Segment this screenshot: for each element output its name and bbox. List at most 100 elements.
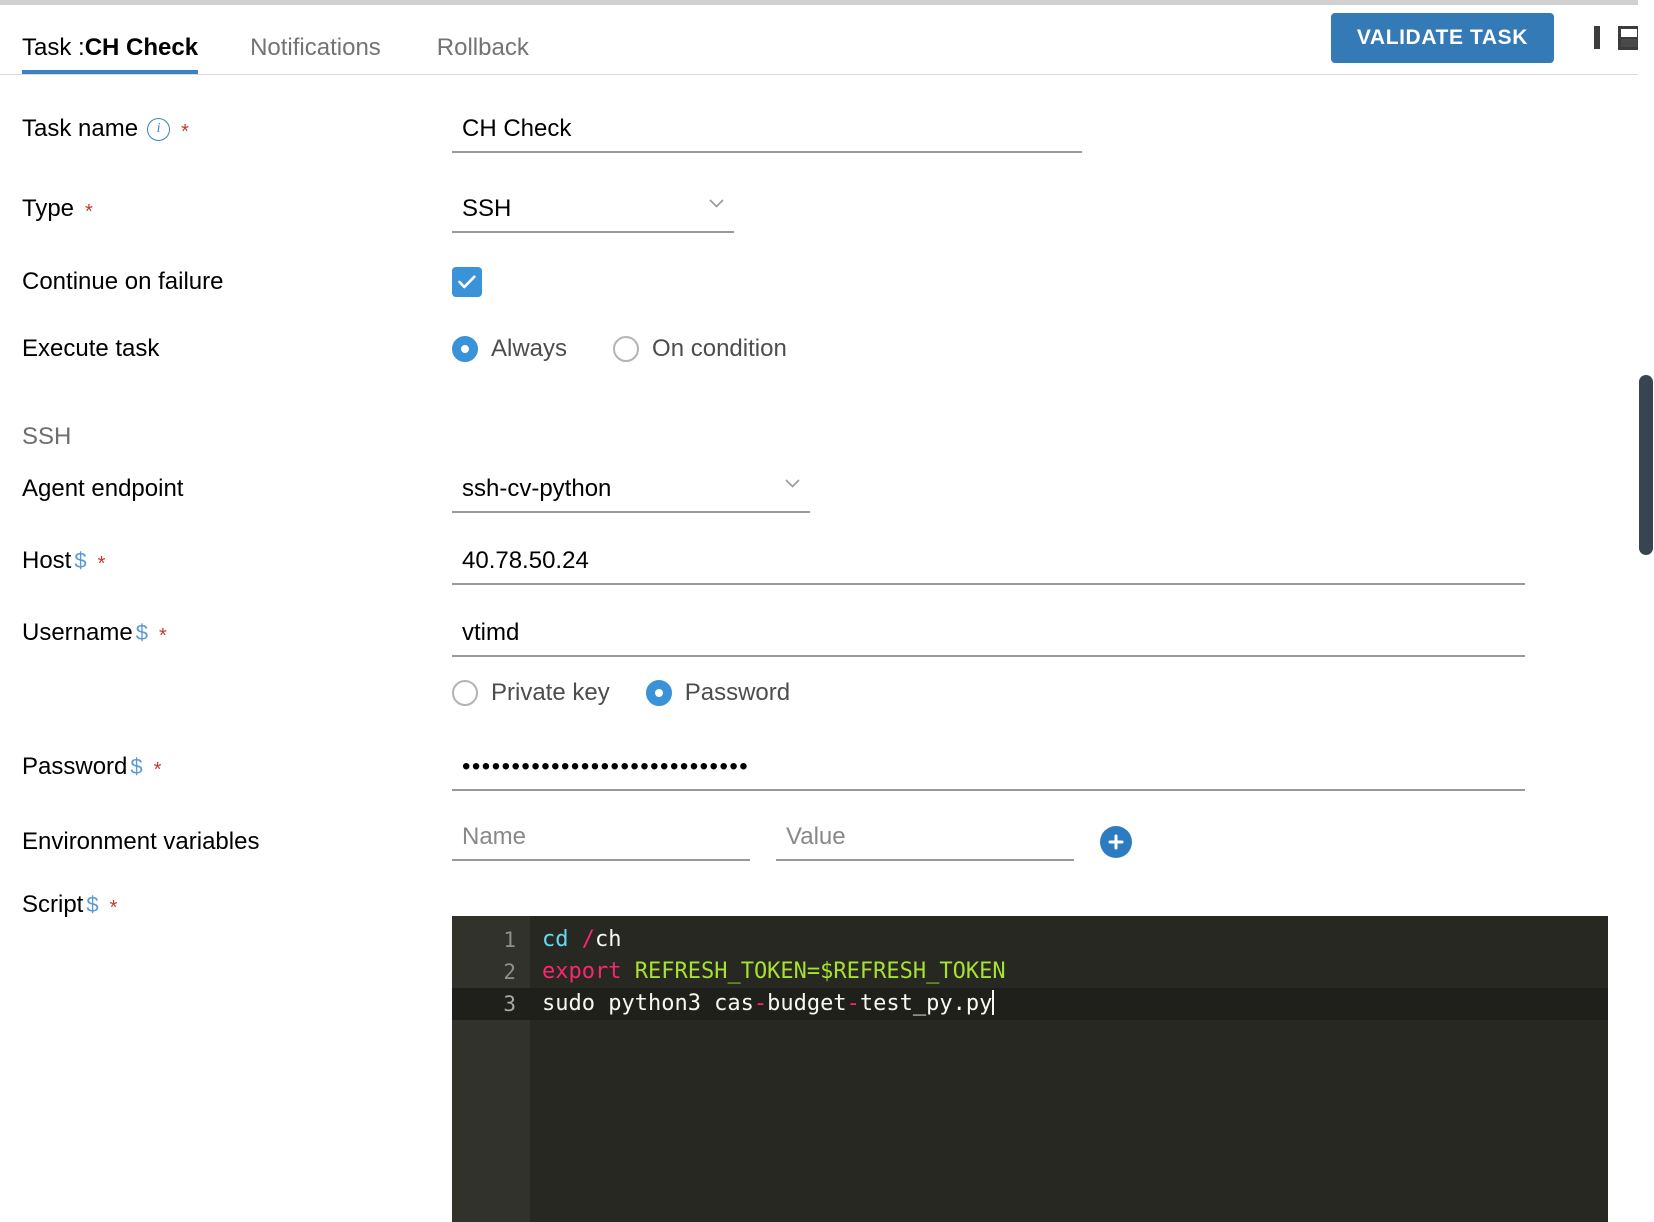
field-row-task-name: Task name i *	[0, 115, 1654, 153]
script-label: Script $ *	[22, 891, 118, 919]
username-variable-icon[interactable]: $	[136, 620, 148, 646]
auth-method-option-password-label: Password	[684, 679, 791, 706]
execute-task-option-always-label: Always	[491, 335, 568, 362]
radio-icon-password	[645, 680, 672, 706]
tab-bar: Task :CH Check Notifications Rollback	[22, 0, 557, 74]
field-row-execute-task: Execute task Always On condition	[0, 335, 1654, 363]
environment-variables-label: Environment variables	[22, 828, 260, 855]
host-label: Host $ *	[22, 547, 106, 575]
window-controls	[1576, 26, 1640, 50]
type-select-value[interactable]	[452, 195, 734, 233]
info-icon[interactable]: i	[147, 117, 171, 141]
agent-endpoint-label: Agent endpoint	[22, 475, 184, 502]
code-token: ch	[595, 927, 622, 952]
password-label: Password $ *	[22, 753, 162, 781]
tab-task-name: CH Check	[84, 34, 199, 61]
code-token: REFRESH_TOKEN=$REFRESH_TOKEN	[634, 959, 1006, 984]
ssh-section-title: SSH	[22, 423, 72, 450]
field-row-password: Password $ *	[0, 753, 1654, 791]
text-cursor	[992, 990, 995, 1015]
required-marker: *	[181, 121, 189, 143]
host-variable-icon[interactable]: $	[74, 548, 86, 574]
editor-line-number-empty	[452, 1020, 530, 1052]
top-bar-actions: VALIDATE TASK	[1330, 13, 1640, 63]
editor-line-number-empty	[452, 1052, 530, 1084]
host-input[interactable]	[452, 547, 1525, 585]
execute-task-label: Execute task	[22, 335, 160, 362]
tab-notifications-label: Notifications	[250, 34, 381, 61]
code-token: test_py.py	[859, 991, 993, 1016]
editor-line-number-empty	[452, 1116, 530, 1148]
code-token: -	[753, 991, 768, 1016]
field-row-auth-method: Private key Password	[0, 679, 1654, 707]
editor-line-number-empty	[452, 1148, 530, 1180]
editor-line-number: 3	[452, 988, 530, 1020]
page-scrollbar-track[interactable]	[1638, 0, 1654, 1222]
editor-line-number-empty	[452, 1084, 530, 1116]
code-token: sudo python3 cas	[542, 991, 754, 1016]
username-label: Username $ *	[22, 619, 167, 647]
execute-task-option-always[interactable]: Always	[452, 335, 567, 363]
field-row-continue-on-failure: Continue on failure	[0, 267, 1654, 297]
editor-line-numbers: 1 2 3	[452, 916, 530, 1222]
editor-code-line[interactable]: cd /ch	[530, 924, 1608, 956]
auth-method-option-password[interactable]: Password	[645, 679, 791, 707]
field-row-environment-variables: Environment variables	[0, 823, 1654, 861]
field-row-username: Username $ *	[0, 619, 1654, 657]
tab-notifications[interactable]: Notifications	[250, 36, 409, 74]
type-select[interactable]	[452, 195, 734, 233]
continue-on-failure-label: Continue on failure	[22, 268, 224, 295]
type-label: Type *	[22, 195, 93, 223]
editor-code-line[interactable]: sudo python3 cas-budget-test_py.py	[530, 988, 1608, 1020]
field-row-script: Script $ *	[0, 891, 452, 919]
top-bar: Task :CH Check Notifications Rollback VA…	[0, 0, 1654, 75]
radio-icon-private-key	[452, 680, 478, 706]
validate-task-button[interactable]: VALIDATE TASK	[1330, 13, 1554, 63]
field-row-type: Type *	[0, 195, 1654, 233]
execute-task-option-on-condition[interactable]: On condition	[613, 335, 787, 363]
agent-endpoint-select[interactable]	[452, 475, 810, 513]
editor-line-number-empty	[452, 1180, 530, 1212]
tab-task[interactable]: Task :CH Check	[22, 36, 220, 74]
tab-task-prefix: Task :	[22, 34, 85, 61]
code-token: -	[846, 991, 860, 1016]
maximize-icon[interactable]	[1594, 26, 1600, 49]
code-token: /	[581, 927, 595, 952]
password-input[interactable]	[452, 753, 1525, 791]
script-variable-icon[interactable]: $	[86, 892, 98, 918]
editor-code-line[interactable]: export REFRESH_TOKEN=$REFRESH_TOKEN	[530, 956, 1608, 988]
auth-method-option-private-key-label: Private key	[491, 679, 610, 706]
password-variable-icon[interactable]: $	[130, 754, 142, 780]
editor-line-number: 1	[503, 928, 516, 952]
agent-endpoint-value[interactable]	[452, 475, 810, 513]
task-name-input[interactable]	[452, 115, 1082, 153]
field-row-host: Host $ *	[0, 547, 1654, 585]
code-token: export	[542, 959, 622, 984]
tab-rollback[interactable]: Rollback	[437, 36, 557, 74]
editor-line-number: 2	[503, 960, 516, 984]
editor-code-area[interactable]: cd /ch export REFRESH_TOKEN=$REFRESH_TOKE…	[530, 916, 1608, 1222]
radio-icon-on-condition	[613, 336, 640, 362]
execute-task-radio-group: Always On condition	[452, 335, 1654, 363]
split-view-icon[interactable]	[1618, 26, 1640, 50]
username-input[interactable]	[452, 619, 1525, 657]
page-scrollbar-thumb[interactable]	[1639, 375, 1653, 555]
plus-icon	[1108, 834, 1124, 850]
radio-icon-always	[452, 336, 478, 362]
auth-method-radio-group: Private key Password	[452, 679, 1654, 707]
task-name-label: Task name i *	[22, 115, 189, 143]
field-row-agent-endpoint: Agent endpoint	[0, 475, 1654, 513]
auth-method-option-private-key[interactable]: Private key	[452, 679, 610, 707]
code-token: cd	[542, 927, 569, 952]
continue-on-failure-checkbox[interactable]	[452, 267, 482, 297]
code-token: budget	[767, 991, 847, 1016]
env-variable-name-input[interactable]	[452, 823, 750, 861]
add-env-variable-button[interactable]	[1100, 826, 1132, 858]
execute-task-option-on-condition-label: On condition	[652, 335, 787, 362]
tab-rollback-label: Rollback	[436, 34, 529, 61]
script-code-editor[interactable]: 123 cd /ch export REFRESH_TOKEN=$REFRESH_…	[452, 916, 1608, 1222]
env-variable-value-input[interactable]	[776, 823, 1074, 861]
tab-active-underline	[22, 70, 199, 74]
